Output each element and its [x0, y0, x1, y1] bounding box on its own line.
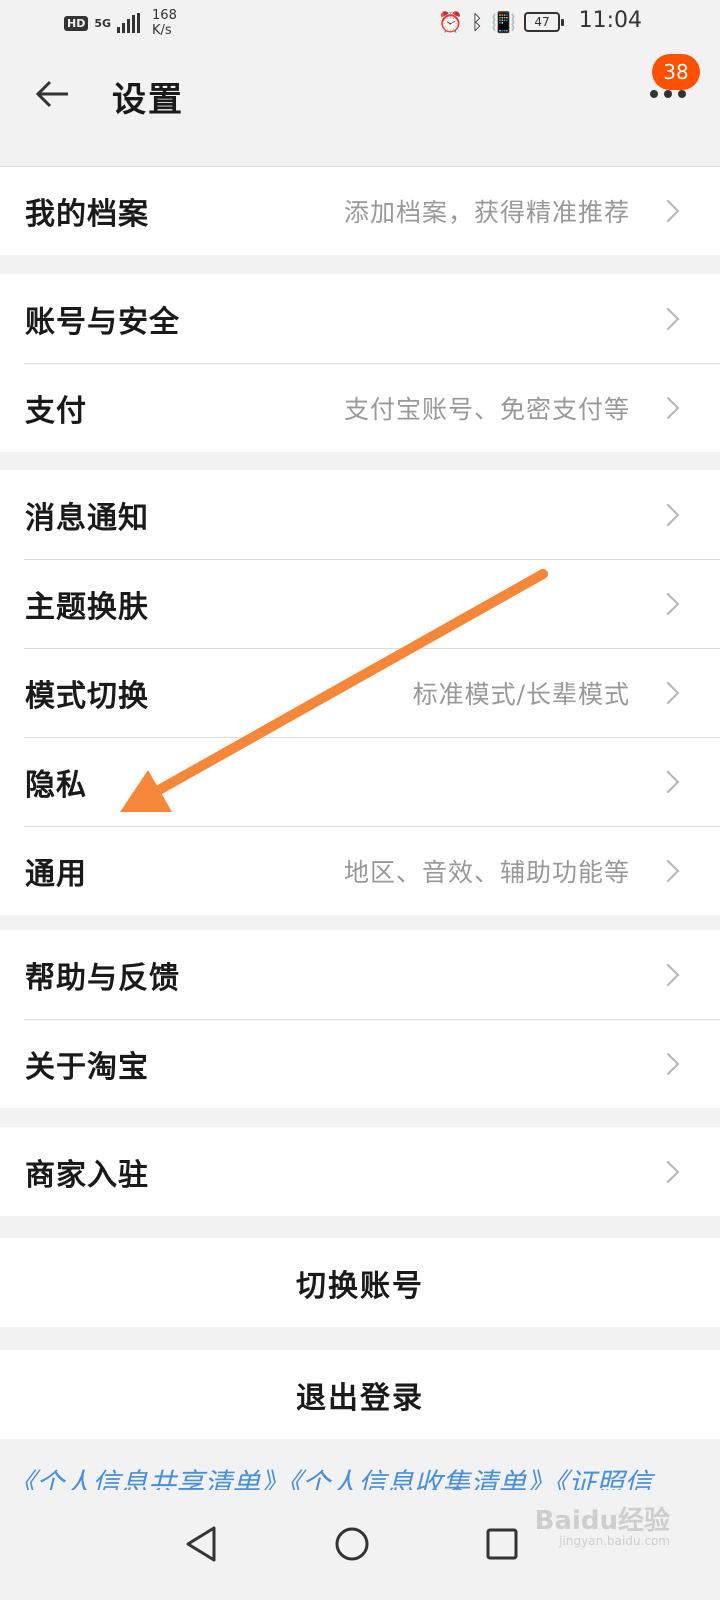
chevron-right-icon: [656, 681, 680, 704]
signal-icon: [117, 13, 141, 33]
header: 设置 38: [0, 48, 720, 140]
row-label: 关于淘宝: [25, 1049, 149, 1085]
chevron-right-icon: [656, 1052, 680, 1075]
status-bar: HD 5G 168 K/s ⏰ ᛒ 📳 47 11:04: [0, 0, 720, 48]
group-merchant: 商家入驻: [0, 1127, 720, 1216]
chevron-right-icon: [656, 859, 680, 882]
more-icon[interactable]: [650, 90, 686, 98]
row-about[interactable]: 关于淘宝: [0, 1019, 720, 1108]
back-nav-icon[interactable]: [172, 1514, 232, 1574]
footer-policy-links[interactable]: 《个人信息共享清单》《个人信息收集清单》《证照信: [0, 1462, 720, 1492]
row-merchant[interactable]: 商家入驻: [0, 1127, 720, 1216]
chevron-right-icon: [656, 396, 680, 419]
row-help-feedback[interactable]: 帮助与反馈: [0, 930, 720, 1019]
group-account: 账号与安全 支付 支付宝账号、免密支付等: [0, 274, 720, 452]
notification-badge: 38: [652, 54, 700, 90]
baidu-watermark-url: jingyan.baidu.com: [559, 1534, 670, 1548]
row-payment[interactable]: 支付 支付宝账号、免密支付等: [0, 363, 720, 452]
network-type: 5G: [94, 16, 112, 30]
chevron-right-icon: [656, 307, 680, 330]
row-privacy[interactable]: 隐私: [0, 737, 720, 826]
logout-button[interactable]: 退出登录: [0, 1350, 720, 1439]
page-title: 设置: [112, 80, 184, 120]
chevron-right-icon: [656, 199, 680, 222]
row-label: 隐私: [25, 767, 87, 803]
switch-account-label: 切换账号: [296, 1268, 424, 1304]
recents-nav-icon[interactable]: [472, 1514, 532, 1574]
row-hint: 标准模式/长辈模式: [412, 679, 630, 709]
row-hint: 支付宝账号、免密支付等: [343, 394, 630, 424]
back-arrow-icon[interactable]: [34, 76, 74, 112]
row-label: 消息通知: [25, 500, 149, 536]
row-label: 支付: [25, 393, 87, 429]
row-theme[interactable]: 主题换肤: [0, 559, 720, 648]
row-label: 通用: [25, 856, 87, 892]
group-help: 帮助与反馈 关于淘宝: [0, 930, 720, 1108]
row-account-security[interactable]: 账号与安全: [0, 274, 720, 363]
row-hint: 地区、音效、辅助功能等: [343, 857, 630, 887]
baidu-watermark: Baidu经验: [534, 1506, 670, 1536]
row-general[interactable]: 通用 地区、音效、辅助功能等: [0, 826, 720, 915]
chevron-right-icon: [656, 1160, 680, 1183]
chevron-right-icon: [656, 592, 680, 615]
row-label: 主题换肤: [25, 589, 149, 625]
chevron-right-icon: [656, 503, 680, 526]
speed-unit: K/s: [152, 23, 172, 38]
row-label: 模式切换: [25, 678, 149, 714]
row-label: 我的档案: [25, 196, 149, 232]
switch-account-section: 切换账号: [0, 1238, 720, 1327]
group-profile: 我的档案 添加档案，获得精准推荐: [0, 166, 720, 255]
row-label: 帮助与反馈: [25, 960, 180, 996]
clock: 11:04: [578, 8, 642, 33]
chevron-right-icon: [656, 963, 680, 986]
network-speed: 168 K/s: [152, 8, 177, 38]
status-right: ⏰ ᛒ 📳 47: [438, 10, 564, 34]
group-preferences: 消息通知 主题换肤 模式切换 标准模式/长辈模式 隐私 通用 地区、音效、辅助功…: [0, 470, 720, 915]
row-my-profile[interactable]: 我的档案 添加档案，获得精准推荐: [0, 166, 720, 255]
home-nav-icon[interactable]: [322, 1514, 382, 1574]
row-hint: 添加档案，获得精准推荐: [343, 197, 630, 227]
logout-section: 退出登录: [0, 1350, 720, 1439]
row-notifications[interactable]: 消息通知: [0, 470, 720, 559]
battery-icon: 47: [524, 12, 564, 32]
speed-value: 168: [152, 8, 177, 23]
row-mode-switch[interactable]: 模式切换 标准模式/长辈模式: [0, 648, 720, 737]
chevron-right-icon: [656, 770, 680, 793]
hd-badge: HD: [64, 15, 89, 31]
status-left: HD 5G 168 K/s: [64, 8, 177, 38]
vibrate-icon: 📳: [491, 10, 516, 34]
bluetooth-icon: ᛒ: [471, 10, 484, 34]
row-label: 商家入驻: [25, 1157, 149, 1193]
logout-label: 退出登录: [296, 1380, 424, 1416]
switch-account-button[interactable]: 切换账号: [0, 1238, 720, 1327]
alarm-icon: ⏰: [438, 10, 464, 34]
row-label: 账号与安全: [25, 304, 180, 340]
